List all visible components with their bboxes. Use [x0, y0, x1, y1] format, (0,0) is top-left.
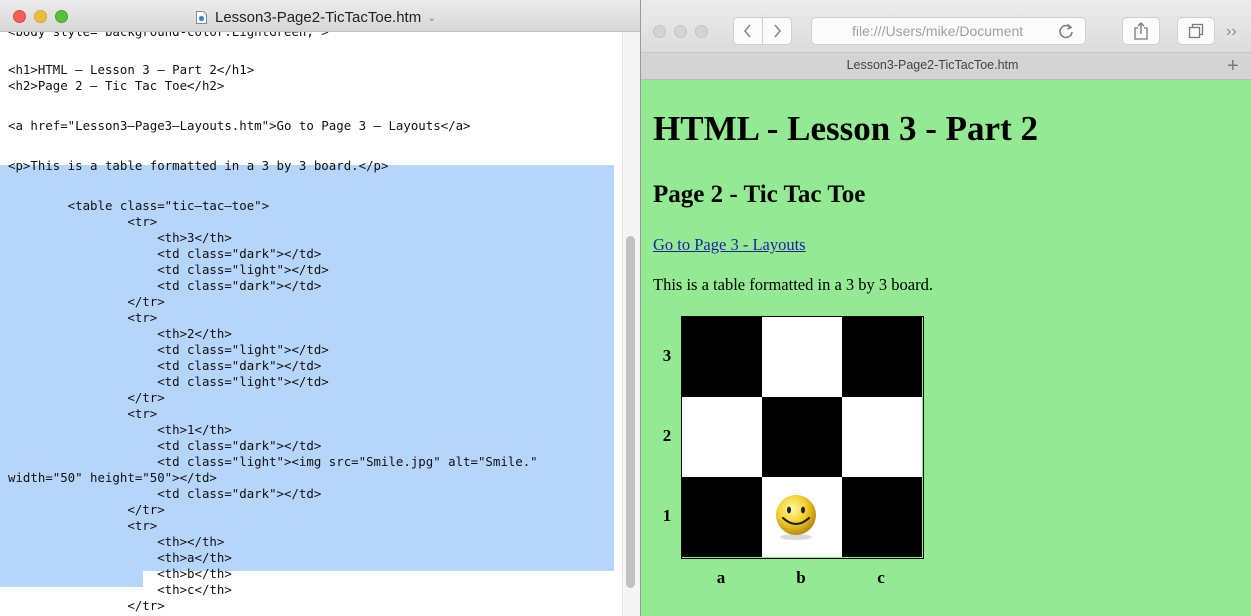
show-tabs-button[interactable] — [1177, 17, 1215, 45]
code-line: <th>c</th> — [8, 582, 232, 597]
tab-bar: Lesson3-Page2-TicTacToe.htm + — [641, 52, 1251, 80]
more-toolbar-button[interactable]: ›› — [1226, 23, 1237, 41]
code-line: <th></th> — [8, 534, 225, 549]
page-heading: HTML - Lesson 3 - Part 2 — [653, 109, 1038, 148]
tab-title[interactable]: Lesson3-Page2-TicTacToe.htm — [641, 58, 1224, 72]
code-line: <td class="light"></td> — [8, 262, 329, 277]
board-cell-c1 — [842, 477, 922, 557]
editor-scrollbar-thumb[interactable] — [626, 236, 635, 588]
tabs-icon — [1188, 23, 1204, 39]
code-line: <tr> — [8, 406, 158, 421]
code-line: <th>1</th> — [8, 422, 232, 437]
code-line: <td class="light"><img src="Smile.jpg" a… — [8, 454, 538, 469]
share-button[interactable] — [1122, 17, 1160, 45]
address-text: file:///Users/mike/Document — [852, 23, 1024, 39]
browser-zoom-button[interactable] — [695, 25, 708, 38]
code-editor[interactable]: <body style="background-color:LightGreen… — [0, 32, 622, 616]
board-cell-c3 — [842, 317, 922, 397]
code-line: </tr> — [8, 294, 165, 309]
col-label-a: a — [716, 568, 726, 587]
address-bar[interactable]: file:///Users/mike/Document — [811, 17, 1086, 45]
chevron-down-icon[interactable]: ⌄ — [427, 11, 436, 24]
code-line: <tr> — [8, 310, 158, 325]
board-cell-a1 — [682, 477, 762, 557]
code-line: </tr> — [8, 390, 165, 405]
share-icon — [1134, 22, 1148, 40]
board-cell-b3 — [762, 317, 842, 397]
chevron-left-icon — [743, 24, 751, 38]
smiley-icon — [776, 495, 816, 540]
tic-tac-toe-board — [681, 316, 924, 559]
code-line: <td class="dark"></td> — [8, 278, 322, 293]
code-line: <td class="dark"></td> — [8, 246, 322, 261]
browser-minimize-button[interactable] — [674, 25, 687, 38]
code-line: <th>b</th> — [8, 566, 232, 581]
code-line: <h1>HTML – Lesson 3 – Part 2</h1> — [8, 62, 255, 77]
code-line: <table class="tic–tac–toe"> — [8, 198, 270, 213]
code-line: <td class="light"></td> — [8, 342, 329, 357]
code-line: <th>a</th> — [8, 550, 232, 565]
page-3-link[interactable]: Go to Page 3 - Layouts — [653, 235, 806, 255]
code-line: <p>This is a table formatted in a 3 by 3… — [8, 158, 389, 173]
code-line: <th>2</th> — [8, 326, 232, 341]
col-label-b: b — [796, 568, 806, 587]
editor-title[interactable]: Lesson3-Page2-TicTacToe.htm ⌄ — [196, 7, 436, 27]
board-cell-a3 — [682, 317, 762, 397]
row-label-2: 2 — [662, 426, 672, 445]
new-tab-button[interactable]: + — [1227, 55, 1239, 78]
code-line: <tr> — [8, 214, 158, 229]
code-line: <body style="background-color:LightGreen… — [8, 32, 329, 40]
editor-titlebar: Lesson3-Page2-TicTacToe.htm ⌄ — [0, 0, 640, 32]
editor-window: Lesson3-Page2-TicTacToe.htm ⌄ <body styl… — [0, 0, 640, 616]
browser-close-button[interactable] — [653, 25, 666, 38]
page-paragraph: This is a table formatted in a 3 by 3 bo… — [653, 275, 933, 294]
code-line: width="50" height="50"></td> — [8, 470, 217, 485]
zoom-button[interactable] — [55, 10, 68, 23]
code-line: <td class="dark"></td> — [8, 486, 322, 501]
page-subheading: Page 2 - Tic Tac Toe — [653, 181, 866, 208]
board-cell-b1 — [762, 477, 842, 557]
code-line: <th>3</th> — [8, 230, 232, 245]
chevron-right-icon — [774, 24, 782, 38]
board-cell-b2 — [762, 397, 842, 477]
editor-title-text: Lesson3-Page2-TicTacToe.htm — [215, 8, 422, 26]
board-cell-a2 — [682, 397, 762, 477]
browser-toolbar: file:///Users/mike/Document ›› — [641, 0, 1251, 52]
browser-window: file:///Users/mike/Document ›› Lesson3-P… — [640, 0, 1251, 616]
minimize-button[interactable] — [34, 10, 47, 23]
code-line: </tr> — [8, 502, 165, 517]
reload-icon[interactable] — [1057, 22, 1075, 40]
forward-button[interactable] — [762, 17, 792, 45]
close-button[interactable] — [13, 10, 26, 23]
code-line: <td class="dark"></td> — [8, 438, 322, 453]
back-button[interactable] — [733, 17, 763, 45]
document-icon — [196, 10, 207, 24]
board-cell-c2 — [842, 397, 922, 477]
page-content: HTML - Lesson 3 - Part 2 Page 2 - Tic Ta… — [641, 80, 1251, 616]
code-line: </tr> — [8, 598, 165, 613]
col-label-c: c — [877, 568, 885, 587]
row-label-3: 3 — [662, 346, 672, 365]
code-line: <td class="dark"></td> — [8, 358, 322, 373]
code-line: <tr> — [8, 518, 158, 533]
code-line: <a href="Lesson3–Page3–Layouts.htm">Go t… — [8, 118, 471, 133]
code-line: <h2>Page 2 – Tic Tac Toe</h2> — [8, 78, 225, 93]
code-line: <td class="light"></td> — [8, 374, 329, 389]
row-label-1: 1 — [662, 506, 672, 525]
